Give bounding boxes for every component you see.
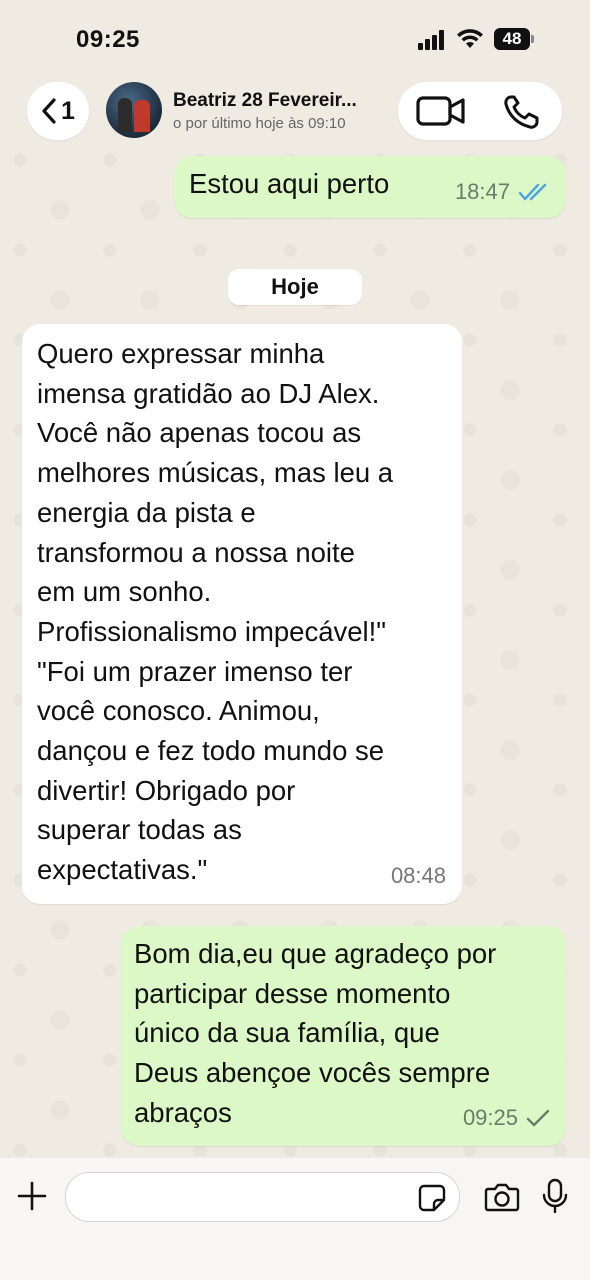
message-bubble-outgoing[interactable]: Bom dia,eu que agradeço por participar d… — [121, 926, 566, 1146]
sticker-icon[interactable] — [418, 1184, 446, 1212]
camera-icon[interactable] — [484, 1182, 520, 1212]
message-text: Quero expressar minha imensa gratidão ao… — [37, 338, 394, 886]
battery-icon: 48 — [494, 28, 534, 50]
message-text: Estou aqui perto — [189, 168, 390, 199]
chat-header: 1 Beatriz 28 Fevereir... o por último ho… — [0, 78, 590, 144]
message-time: 08:48 — [390, 863, 446, 889]
message-time: 09:25 — [462, 1105, 518, 1131]
video-call-icon[interactable] — [416, 95, 466, 127]
contact-avatar[interactable] — [106, 82, 162, 138]
message-meta: 18:47 — [455, 172, 550, 212]
message-time: 18:47 — [454, 179, 510, 205]
double-check-icon — [518, 183, 547, 201]
call-actions — [398, 82, 562, 140]
single-check-icon — [526, 1109, 550, 1127]
cellular-signal-icon — [418, 30, 448, 50]
status-bar: 09:25 48 — [0, 0, 590, 78]
phone-icon[interactable] — [502, 94, 542, 130]
back-chevron-icon — [42, 98, 56, 124]
unread-count: 1 — [61, 96, 75, 125]
back-button[interactable]: 1 — [27, 82, 89, 140]
contact-last-seen: o por último hoje às 09:10 — [173, 115, 346, 132]
message-meta: 08:48 — [391, 856, 446, 896]
message-bubble-incoming[interactable]: Quero expressar minha imensa gratidão ao… — [22, 324, 462, 904]
battery-level: 48 — [494, 28, 530, 50]
message-input[interactable] — [65, 1172, 460, 1222]
status-time: 09:25 — [76, 26, 140, 53]
plus-icon[interactable] — [16, 1180, 48, 1212]
composer-bar — [0, 1158, 590, 1280]
microphone-icon[interactable] — [541, 1178, 569, 1214]
wifi-icon — [457, 29, 483, 48]
message-bubble-outgoing[interactable]: Estou aqui perto 18:47 — [174, 156, 566, 218]
message-meta: 09:25 — [463, 1098, 550, 1138]
contact-name[interactable]: Beatriz 28 Fevereir... — [173, 90, 357, 112]
date-separator: Hoje — [228, 269, 362, 305]
